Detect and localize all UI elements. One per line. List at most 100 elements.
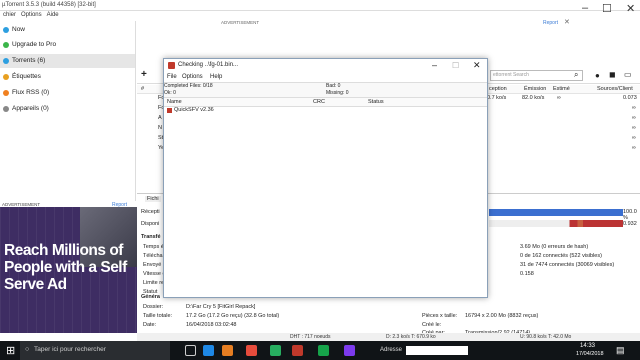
window-title: µTorrent 3.5.3 (build 44358) [32-bit] bbox=[2, 2, 96, 8]
chat-icon[interactable]: ◼ bbox=[609, 70, 616, 79]
rss-icon bbox=[3, 90, 9, 96]
row-name: N bbox=[158, 125, 162, 131]
notifications-icon[interactable]: ▤ bbox=[616, 345, 625, 356]
quicksfv-icon bbox=[168, 62, 175, 69]
sidebar-item-label: Appareils (0) bbox=[12, 105, 49, 112]
received-label: Récepti bbox=[141, 209, 160, 215]
upload-status[interactable]: U: 90.8 ko/s T: 42.0 Mo bbox=[520, 334, 571, 340]
address-label: Adresse bbox=[380, 347, 403, 353]
folder-icon[interactable] bbox=[222, 345, 233, 356]
now-icon bbox=[3, 27, 9, 33]
app-icon[interactable] bbox=[318, 345, 329, 356]
sidebar-item-now[interactable]: Now bbox=[0, 23, 135, 37]
add-torrent-icon[interactable]: + bbox=[141, 69, 147, 80]
dialog-title: Checking ..\fg-01.bin... bbox=[178, 62, 239, 68]
received-value: 100.0 % bbox=[623, 209, 637, 221]
general-label: Taille totale: bbox=[143, 313, 173, 319]
quicksfv-taskbar-icon[interactable] bbox=[292, 345, 303, 356]
sidebar-item-label: Torrents (6) bbox=[12, 57, 46, 64]
menu-options[interactable]: Options bbox=[182, 74, 203, 80]
checking-dialog: Checking ..\fg-01.bin... – ☐ ✕ File Opti… bbox=[163, 58, 488, 298]
row-sources: ∞ bbox=[632, 105, 636, 111]
address-field[interactable] bbox=[406, 346, 468, 355]
transfer-value: 3.69 Mo (0 erreurs de hash) bbox=[520, 244, 589, 250]
sidebar-item-upgrade[interactable]: Upgrade to Pro bbox=[0, 38, 135, 52]
col-name[interactable]: Name bbox=[167, 99, 182, 105]
utorrent-icon[interactable] bbox=[270, 345, 281, 356]
office-icon[interactable] bbox=[246, 345, 257, 356]
lightbulb-icon[interactable]: ● bbox=[595, 71, 600, 80]
search-icon[interactable]: ⌕ bbox=[574, 70, 578, 80]
col-crc[interactable]: CRC bbox=[313, 99, 325, 105]
search-icon: ○ bbox=[25, 346, 30, 353]
clock-date[interactable]: 17/04/2018 bbox=[576, 351, 604, 357]
transfer-label: Limite re bbox=[143, 280, 165, 286]
sidebar-item-labels[interactable]: Étiquettes bbox=[0, 70, 135, 84]
col-emission[interactable]: Émission bbox=[524, 86, 546, 92]
menu-help[interactable]: Help bbox=[210, 74, 222, 80]
transfer-value: 0 de 162 connectés (522 visibles) bbox=[520, 253, 602, 259]
col-eta[interactable]: Estimé bbox=[553, 86, 570, 92]
general-label: Créé le: bbox=[422, 322, 442, 328]
device-icon bbox=[3, 106, 9, 112]
ok-count: Ok: 0 bbox=[164, 90, 176, 96]
list-item[interactable]: QuickSFV v2.36 bbox=[174, 107, 214, 113]
dialog-stats: Completed Files: 0/18 Ok: 0 Bad: 0 Missi… bbox=[164, 82, 487, 98]
dialog-menu-bar: File Options Help bbox=[164, 73, 487, 82]
col-number[interactable]: # bbox=[141, 86, 144, 92]
ad-report-link[interactable]: Report bbox=[543, 20, 558, 26]
transfer-value: 31 de 7474 connectés (30069 visibles) bbox=[520, 262, 615, 268]
minimize-button[interactable]: – bbox=[582, 2, 588, 14]
edge-icon[interactable] bbox=[203, 345, 214, 356]
row-sources: ∞ bbox=[632, 145, 636, 151]
general-value: 16/04/2018 03:02:48 bbox=[186, 322, 237, 328]
ad-report-link[interactable]: Report bbox=[112, 202, 127, 208]
row-name: A bbox=[158, 115, 162, 121]
sidebar-item-rss[interactable]: Flux RSS (0) bbox=[0, 86, 135, 100]
app-icon[interactable] bbox=[344, 345, 355, 356]
menu-file[interactable]: File bbox=[167, 74, 177, 80]
row-reception: 0.7 ko/s bbox=[487, 95, 507, 101]
available-value: 0.932 bbox=[623, 221, 637, 227]
row-sources: ∞ bbox=[632, 135, 636, 141]
label-icon bbox=[3, 74, 9, 80]
maximize-button[interactable]: ☐ bbox=[452, 61, 459, 70]
general-label: Pièces x taille: bbox=[422, 313, 458, 319]
row-emission: 82.0 ko/s bbox=[522, 95, 545, 101]
col-reception[interactable]: ception bbox=[489, 86, 507, 92]
tab-files[interactable]: Fichi bbox=[145, 196, 161, 202]
sidebar-item-devices[interactable]: Appareils (0) bbox=[0, 102, 135, 116]
received-bar bbox=[489, 209, 623, 216]
dialog-title-bar: Checking ..\fg-01.bin... – ☐ ✕ bbox=[164, 59, 487, 73]
row-sources: ∞ bbox=[632, 115, 636, 121]
taskbar-search[interactable]: ○ Taper ici pour rechercher bbox=[20, 341, 170, 360]
download-status[interactable]: D: 2.3 ko/s T: 670.9 ko bbox=[386, 334, 436, 340]
task-view-icon[interactable] bbox=[185, 345, 196, 356]
search-input[interactable]: ettorrent Search bbox=[490, 70, 583, 81]
general-value: D:\Far Cry 5 [FitGirl Repack] bbox=[186, 304, 256, 310]
col-status[interactable]: Status bbox=[368, 99, 384, 105]
available-bar bbox=[489, 220, 623, 227]
menu-options[interactable]: Options bbox=[21, 12, 42, 18]
close-button[interactable]: ✕ bbox=[473, 60, 481, 71]
windows-start-icon[interactable]: ⊞ bbox=[6, 344, 15, 357]
available-label: Disponi bbox=[141, 221, 160, 227]
section-transfer: Transfé bbox=[141, 234, 161, 240]
monitor-icon[interactable]: ▭ bbox=[624, 70, 632, 79]
upgrade-icon bbox=[3, 42, 9, 48]
close-icon[interactable]: ✕ bbox=[564, 18, 570, 26]
minimize-button[interactable]: – bbox=[432, 60, 437, 70]
sidebar-item-torrents[interactable]: Torrents (6) bbox=[0, 54, 135, 68]
menu-file[interactable]: chier bbox=[3, 12, 16, 18]
transfer-label: Temps é bbox=[143, 244, 164, 250]
col-sources[interactable]: Sources/Client bbox=[597, 86, 633, 92]
file-icon bbox=[167, 108, 172, 113]
menu-help[interactable]: Aide bbox=[47, 12, 59, 18]
dialog-columns: Name CRC Status bbox=[164, 98, 487, 107]
torrents-icon bbox=[3, 58, 9, 64]
ad-label: ADVERTISEMENT bbox=[2, 202, 41, 207]
clock-time[interactable]: 14:33 bbox=[580, 343, 595, 349]
row-sources: 0.073 bbox=[623, 95, 637, 101]
taskbar-search-placeholder: Taper ici pour rechercher bbox=[34, 346, 106, 353]
missing-count: Missing: 0 bbox=[326, 90, 349, 96]
